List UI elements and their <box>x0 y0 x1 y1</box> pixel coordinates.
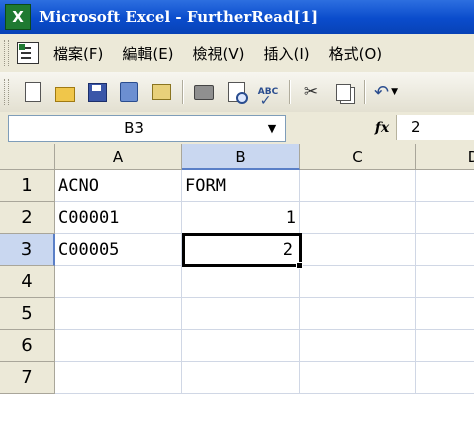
row-header-2[interactable]: 2 <box>0 202 55 234</box>
toolbar-separator <box>289 80 290 104</box>
undo-icon: ↶ <box>374 81 390 103</box>
cell-b4[interactable] <box>182 266 300 298</box>
cell-c7[interactable] <box>300 362 416 394</box>
copy-icon <box>335 83 351 101</box>
spelling-icon: ABC <box>258 87 278 109</box>
formula-value-text: 2 <box>411 118 421 136</box>
print-preview-icon <box>227 82 248 104</box>
cell-d1[interactable] <box>416 170 474 202</box>
fill-handle[interactable] <box>296 262 303 269</box>
excel-app-icon[interactable]: X <box>5 4 31 30</box>
email-icon <box>151 84 171 100</box>
cell-c4[interactable] <box>300 266 416 298</box>
menu-bar: 檔案(F) 編輯(E) 檢視(V) 插入(I) 格式(O) <box>0 34 474 73</box>
print-button[interactable] <box>192 80 216 104</box>
undo-dropdown-icon[interactable]: ▼ <box>391 87 398 97</box>
copy-button[interactable] <box>331 80 355 104</box>
menu-grip-handle[interactable] <box>4 40 9 66</box>
open-button[interactable] <box>53 80 77 104</box>
menu-insert[interactable]: 插入(I) <box>264 43 310 64</box>
row-header-4[interactable]: 4 <box>0 266 55 298</box>
cell-b7[interactable] <box>182 362 300 394</box>
cell-c6[interactable] <box>300 330 416 362</box>
menu-edit[interactable]: 編輯(E) <box>122 43 173 64</box>
row-header-7[interactable]: 7 <box>0 362 55 394</box>
select-all-button[interactable] <box>0 144 55 170</box>
formula-bar: B3 ▼ fx 2 <box>0 112 474 145</box>
cell-b6[interactable] <box>182 330 300 362</box>
insert-function-icon[interactable]: fx <box>370 116 394 140</box>
name-box-dropdown-icon[interactable]: ▼ <box>261 116 283 141</box>
cell-d2[interactable] <box>416 202 474 234</box>
column-header-b[interactable]: B <box>182 144 300 170</box>
new-icon <box>25 82 41 102</box>
save-button[interactable] <box>85 80 109 104</box>
new-button[interactable] <box>21 80 45 104</box>
permission-button[interactable] <box>117 80 141 104</box>
cell-d6[interactable] <box>416 330 474 362</box>
menu-file[interactable]: 檔案(F) <box>53 43 103 64</box>
column-header-d[interactable]: D <box>416 144 474 170</box>
row-header-3[interactable]: 3 <box>0 234 55 266</box>
print-preview-button[interactable] <box>224 80 248 104</box>
undo-button[interactable]: ↶ ▼ <box>374 80 398 104</box>
cell-a3[interactable]: C00005 <box>55 234 182 266</box>
cell-a5[interactable] <box>55 298 182 330</box>
cell-d7[interactable] <box>416 362 474 394</box>
name-box-value[interactable]: B3 <box>9 116 259 141</box>
row-header-6[interactable]: 6 <box>0 330 55 362</box>
window-title: Microsoft Excel - FurtherRead[1] <box>39 8 319 26</box>
cell-c2[interactable] <box>300 202 416 234</box>
cell-b5[interactable] <box>182 298 300 330</box>
menu-format[interactable]: 格式(O) <box>329 43 383 64</box>
toolbar-separator <box>364 80 365 104</box>
cell-c1[interactable] <box>300 170 416 202</box>
cell-d4[interactable] <box>416 266 474 298</box>
cell-d5[interactable] <box>416 298 474 330</box>
title-bar[interactable]: X Microsoft Excel - FurtherRead[1] <box>0 0 474 34</box>
email-button[interactable] <box>149 80 173 104</box>
formula-input[interactable]: 2 <box>396 115 474 140</box>
cell-b1[interactable]: FORM <box>182 170 300 202</box>
cell-c5[interactable] <box>300 298 416 330</box>
column-header-c[interactable]: C <box>300 144 416 170</box>
row-header-5[interactable]: 5 <box>0 298 55 330</box>
cut-icon: ✂ <box>303 82 319 102</box>
cell-a7[interactable] <box>55 362 182 394</box>
name-box[interactable]: B3 ▼ <box>8 115 286 142</box>
cut-button[interactable]: ✂ <box>299 80 323 104</box>
print-icon <box>194 84 214 100</box>
spelling-button[interactable]: ABC <box>256 80 280 109</box>
cell-b2[interactable]: 1 <box>182 202 300 234</box>
excel-window: X Microsoft Excel - FurtherRead[1] 檔案(F)… <box>0 0 474 438</box>
permission-icon <box>120 82 138 102</box>
workbook-control-icon[interactable] <box>17 42 39 64</box>
cell-a2[interactable]: C00001 <box>55 202 182 234</box>
cell-b3[interactable]: 2 <box>182 234 300 266</box>
toolbar-grip-handle[interactable] <box>4 79 9 105</box>
cell-d3[interactable] <box>416 234 474 266</box>
cell-a6[interactable] <box>55 330 182 362</box>
menu-view[interactable]: 檢視(V) <box>193 43 245 64</box>
standard-toolbar: ABC ✂ ↶▼ <box>0 72 474 113</box>
save-icon <box>87 82 107 102</box>
open-icon <box>55 86 75 102</box>
column-header-a[interactable]: A <box>55 144 182 170</box>
toolbar-separator <box>182 80 183 104</box>
cell-a4[interactable] <box>55 266 182 298</box>
cell-c3[interactable] <box>300 234 416 266</box>
cell-a1[interactable]: ACNO <box>55 170 182 202</box>
row-header-1[interactable]: 1 <box>0 170 55 202</box>
worksheet-grid: A B C D 1 2 3 4 5 6 7 ACNO FORM C00001 1… <box>0 144 474 438</box>
